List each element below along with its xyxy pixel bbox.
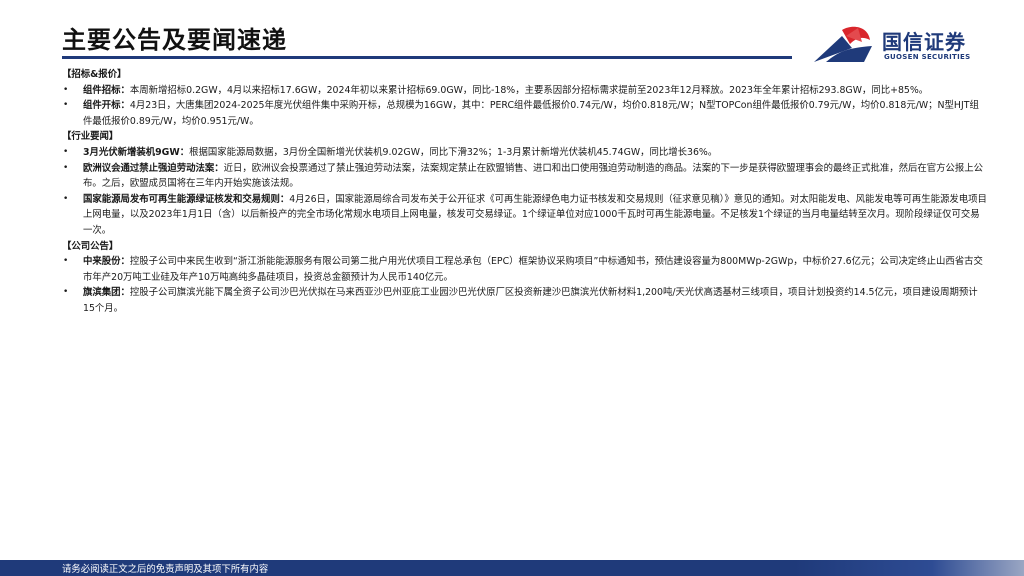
footer-bar: 请务必阅读正文之后的免责声明及其项下所有内容 — [0, 560, 1024, 576]
page-title: 主要公告及要闻速递 — [62, 26, 287, 54]
footer-accent — [794, 560, 1024, 576]
list-item: • 国家能源局发布可再生能源绿证核发和交易规则：4月26日，国家能源局综合司发布… — [62, 192, 987, 239]
section-heading-company-announcements: 【公司公告】 — [62, 240, 119, 252]
list-item: • 旗滨集团：控股子公司旗滨光能下属全资子公司沙巴光伏拟在马来西亚沙巴州亚庇工业… — [62, 285, 987, 316]
item-title: 组件开标： — [83, 100, 130, 112]
item-title: 中来股份： — [83, 256, 130, 268]
item-title: 3月光伏新增装机9GW： — [83, 146, 190, 158]
list-item: • 3月光伏新增装机9GW：根据国家能源局数据，3月份全国新增光伏装机9.02G… — [62, 145, 987, 161]
item-text: 本周新增招标0.2GW，4月以来招标17.6GW，2024年初以来累计招标69.… — [129, 84, 929, 96]
section-heading-industry-news: 【行业要闻】 — [62, 131, 119, 143]
item-text: 4月23日，大唐集团2024-2025年度光伏组件集中采购开标，总规模为16GW… — [83, 100, 979, 127]
bullet-icon: • — [63, 287, 69, 298]
guosen-logo-icon — [814, 26, 872, 62]
list-item: • 中来股份：控股子公司中来民生收到“浙江浙能能源服务有限公司第二批户用光伏项目… — [62, 254, 987, 285]
list-item: • 欧洲议会通过禁止强迫劳动法案：近日，欧洲议会投票通过了禁止强迫劳动法案，法案… — [62, 161, 987, 192]
logo-name-en: GUOSEN SECURITIES — [884, 53, 971, 61]
item-title: 国家能源局发布可再生能源绿证核发和交易规则： — [83, 193, 290, 205]
list-item: • 组件开标：4月23日，大唐集团2024-2025年度光伏组件集中采购开标，总… — [62, 98, 987, 129]
bullet-icon: • — [63, 162, 69, 173]
item-title: 旗滨集团： — [83, 287, 130, 299]
bullet-icon: • — [63, 84, 69, 95]
item-text: 控股子公司中来民生收到“浙江浙能能源服务有限公司第二批户用光伏项目工程总承包（E… — [83, 256, 983, 283]
announcement-body: 【招标&报价】 • 组件招标：本周新增招标0.2GW，4月以来招标17.6GW，… — [62, 67, 987, 317]
bullet-icon: • — [63, 256, 69, 267]
logo-name-cn: 国信证券 — [882, 30, 966, 54]
item-text: 根据国家能源局数据，3月份全国新增光伏装机9.02GW，同比下滑32%；1-3月… — [189, 146, 718, 158]
item-title: 欧洲议会通过禁止强迫劳动法案： — [83, 162, 224, 174]
company-logo: 国信证券 GUOSEN SECURITIES — [812, 22, 1002, 66]
footer-disclaimer: 请务必阅读正文之后的免责声明及其项下所有内容 — [62, 564, 269, 575]
item-title: 组件招标： — [83, 84, 130, 96]
section-heading-bidding: 【招标&报价】 — [62, 69, 127, 80]
item-text: 控股子公司旗滨光能下属全资子公司沙巴光伏拟在马来西亚沙巴州亚庇工业园沙巴光伏原厂… — [83, 287, 978, 314]
list-item: • 组件招标：本周新增招标0.2GW，4月以来招标17.6GW，2024年初以来… — [62, 83, 987, 99]
bullet-icon: • — [63, 100, 69, 111]
bullet-icon: • — [63, 146, 69, 157]
title-rule — [62, 56, 792, 59]
bullet-icon: • — [63, 193, 69, 204]
